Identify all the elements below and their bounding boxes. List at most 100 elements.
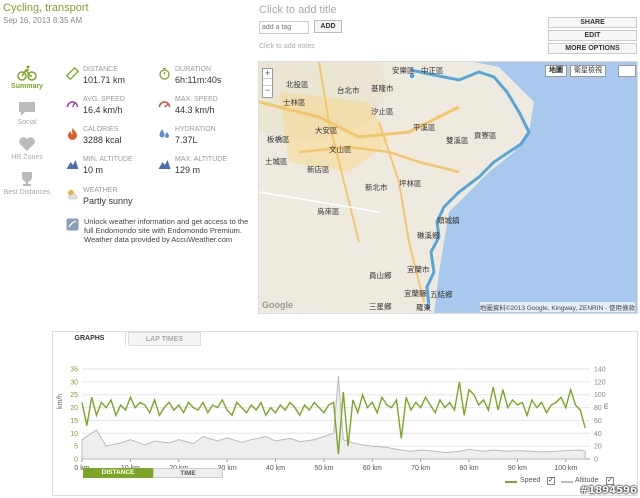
- map-canvas: [259, 62, 637, 313]
- map-label: 文山區: [329, 145, 352, 154]
- y2-tick-label: 100: [594, 392, 606, 399]
- y-tick-label: 20: [70, 405, 78, 412]
- partly-sunny-icon: [68, 190, 78, 200]
- map-label: 五結鄉: [430, 290, 453, 299]
- time-toggle-button[interactable]: TIME: [153, 468, 223, 478]
- stat-label: WEATHER: [83, 187, 118, 194]
- y2-tick-label: 80: [594, 405, 602, 412]
- stat-value: 10 m: [83, 165, 104, 175]
- y2-axis-labels: 0 20 40 60 80 100 120 140: [594, 367, 606, 464]
- x-tick-label: 100 km: [554, 465, 577, 472]
- add-notes-link[interactable]: Click to add notes: [259, 43, 315, 50]
- share-button[interactable]: SHARE: [548, 17, 637, 28]
- speedometer-icon: [66, 101, 79, 108]
- y-tick-label: 30: [70, 379, 78, 386]
- tab-lap-times[interactable]: LAP TIMES: [128, 332, 201, 346]
- altitude-legend-swatch: [561, 481, 573, 483]
- speedometer-icon: [158, 101, 171, 108]
- stat-label: MIN. ALTITUDE: [83, 156, 133, 163]
- map-label: 北投區: [286, 80, 309, 89]
- speed-checkbox[interactable]: ✓: [547, 477, 555, 485]
- zoom-control[interactable]: + −: [262, 68, 273, 98]
- map-label: 貢寮區: [474, 131, 497, 140]
- nav-label: HR Zones: [11, 154, 43, 161]
- map-label: 新店區: [307, 165, 330, 174]
- stat-value: 3288 kcal: [83, 135, 122, 145]
- stopwatch-icon: [159, 67, 170, 80]
- heart-icon: [19, 137, 35, 151]
- x-tick-label: 80 km: [460, 465, 479, 472]
- ruler-icon: [66, 67, 79, 80]
- nav-label: Social: [17, 119, 37, 126]
- x-tick-label: 40 km: [266, 465, 285, 472]
- map-label: 雙溪區: [446, 136, 469, 145]
- map-label: 新北市: [365, 183, 388, 192]
- zoom-in-icon[interactable]: +: [263, 69, 272, 78]
- speed-altitude-chart[interactable]: 05101520253035 020406080100120140 0 km10…: [54, 363, 614, 475]
- more-options-button[interactable]: MORE OPTIONS: [548, 43, 637, 54]
- mountain-icon: [66, 160, 79, 169]
- stat-value: 7.37L: [175, 135, 198, 145]
- nav-summary[interactable]: Summary: [2, 64, 52, 90]
- nav-label: Summary: [11, 83, 43, 90]
- image-watermark: #1894596: [579, 485, 637, 496]
- nav-best-distances[interactable]: Best Distances: [2, 170, 52, 196]
- distance-toggle-button[interactable]: DISTANCE: [83, 468, 153, 478]
- map-label: 士林區: [283, 98, 306, 107]
- add-tag-button[interactable]: ADD: [314, 20, 342, 33]
- map-view-button[interactable]: 地圖: [545, 65, 567, 77]
- add-title-link[interactable]: Click to add title: [259, 4, 337, 16]
- trophy-icon: [22, 172, 32, 186]
- stat-label: MAX. SPEED: [175, 96, 218, 103]
- map-label: 大安區: [315, 126, 338, 135]
- flame-icon: [68, 128, 77, 140]
- weather-provider: Weather data provided by AccuWeather.com: [84, 235, 233, 244]
- tab-graphs[interactable]: GRAPHS: [54, 332, 126, 346]
- map-label: 台北市: [337, 86, 360, 95]
- stat-value: Partly sunny: [83, 196, 133, 206]
- map-label: 中正區: [421, 66, 444, 75]
- nav-hr-zones[interactable]: HR Zones: [2, 135, 52, 161]
- y2-tick-label: 60: [594, 418, 602, 425]
- nav-social[interactable]: Social: [2, 100, 52, 126]
- y-tick-label: 25: [70, 392, 78, 399]
- premium-icon: [66, 218, 79, 231]
- map-label: 宜蘭市: [407, 265, 430, 274]
- y-tick-label: 35: [70, 367, 78, 374]
- stat-label: HYDRATION: [175, 126, 216, 133]
- y2-tick-label: 0: [594, 457, 598, 464]
- speed-legend-swatch: [505, 481, 517, 483]
- map-label: 宜蘭縣: [404, 289, 427, 298]
- weather-unlock-text: Unlock weather information and get acces…: [84, 217, 249, 235]
- altitude-checkbox[interactable]: ✓: [606, 477, 614, 485]
- y-tick-label: 5: [74, 444, 78, 451]
- map-label: 板橋區: [267, 135, 290, 144]
- zoom-out-icon[interactable]: −: [263, 86, 272, 95]
- bicycle-icon: [17, 65, 37, 81]
- edit-button[interactable]: EDIT: [548, 30, 637, 41]
- y2-tick-label: 20: [594, 444, 602, 451]
- water-drop-icon: [159, 129, 169, 138]
- y-tick-label: 0: [74, 457, 78, 464]
- map-attribution[interactable]: 地圖資料©2013 Google, Kingway, ZENRIN - 使用條款: [479, 302, 635, 312]
- map-label: 土城區: [265, 157, 288, 166]
- google-logo: Google: [262, 300, 293, 310]
- tag-input[interactable]: [259, 21, 309, 34]
- map-label: 坪林區: [399, 179, 422, 188]
- map-label: 基隆市: [371, 84, 394, 93]
- map-label: 礁溪鄉: [417, 231, 440, 240]
- satellite-view-button[interactable]: 衛星檢視: [570, 65, 606, 77]
- route-map[interactable]: 北投區 台北市 基隆市 安樂區 中正區 士林區 汐止區 大安區 平溪區 雙溪區 …: [258, 61, 638, 314]
- stat-value: 16.4 km/h: [83, 105, 123, 115]
- legend-speed: Speed: [520, 477, 541, 484]
- map-label: 頭城鎮: [437, 216, 460, 225]
- stat-value: 6h:11m:40s: [175, 75, 222, 85]
- map-label: 三星鄉: [369, 302, 392, 311]
- workout-title: Cycling, transport: [3, 2, 89, 14]
- speech-bubble-icon: [19, 102, 35, 116]
- y2-tick-label: 140: [594, 367, 606, 374]
- fullscreen-icon[interactable]: [618, 65, 636, 77]
- map-label: 汐止區: [371, 107, 394, 116]
- stat-value: 101.71 km: [83, 75, 126, 85]
- y-axis-labels: 0 5 10 15 20 25 30 35: [70, 367, 78, 464]
